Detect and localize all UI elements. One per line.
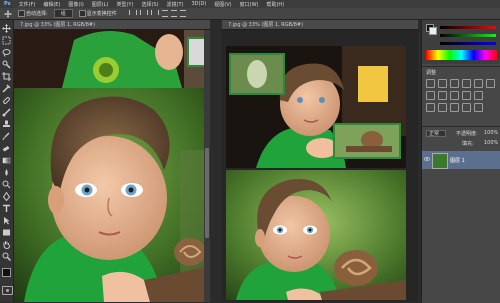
- layer-row-1[interactable]: 图层 1: [422, 151, 500, 169]
- adjustment-icons-row-3: [426, 103, 483, 112]
- selective-color-icon[interactable]: [474, 103, 483, 112]
- menu-window[interactable]: 窗口(W): [240, 1, 259, 8]
- r-slider[interactable]: [440, 26, 496, 29]
- layers-panel: 正常 不透明度: 100% 填充: 100% 图层 1: [422, 126, 500, 303]
- color-balance-icon[interactable]: [426, 91, 435, 100]
- layer-name[interactable]: 图层 1: [450, 157, 465, 164]
- healing-icon[interactable]: [2, 96, 11, 105]
- photo-right: [226, 46, 406, 300]
- document-tab-left[interactable]: 7.jpg @ 33% (图层 1, RGB/8#): [14, 20, 210, 30]
- eyedropper-icon[interactable]: [2, 84, 11, 93]
- menu-file[interactable]: 文件(F): [19, 1, 36, 8]
- exposure-icon[interactable]: [462, 79, 471, 88]
- marquee-icon[interactable]: [2, 36, 11, 45]
- menu-3d[interactable]: 3D(D): [192, 1, 207, 7]
- options-bar: 自动选择: 组 显示变换控件: [0, 8, 500, 20]
- document-window-right: 7.jpg @ 33% (图层 1, RGB/8#): [222, 20, 418, 302]
- menu-layer[interactable]: 图层(L): [92, 1, 109, 8]
- brush-icon[interactable]: [2, 108, 11, 117]
- photo-filter-icon[interactable]: [450, 91, 459, 100]
- posterize-icon[interactable]: [438, 103, 447, 112]
- scroll-thumb-left[interactable]: [205, 148, 209, 238]
- dodge-icon[interactable]: [2, 180, 11, 189]
- gradient-map-icon[interactable]: [462, 103, 471, 112]
- fill-label: 填充:: [462, 141, 474, 147]
- eraser-icon[interactable]: [2, 144, 11, 153]
- visibility-eye-icon[interactable]: [423, 156, 431, 162]
- levels-icon[interactable]: [438, 79, 447, 88]
- zoom-icon[interactable]: [2, 252, 12, 262]
- canvas-area-left[interactable]: [14, 30, 210, 302]
- b-slider[interactable]: [440, 42, 496, 45]
- brightness-icon[interactable]: [426, 79, 435, 88]
- color-panel: [422, 20, 500, 64]
- vibrance-icon[interactable]: [474, 79, 483, 88]
- document-window-left: 7.jpg @ 33% (图层 1, RGB/8#): [14, 20, 210, 302]
- path-select-icon[interactable]: [2, 216, 11, 225]
- menu-type[interactable]: 类型(Y): [116, 1, 133, 8]
- adjustments-title: 调整: [426, 70, 437, 76]
- move-tool-icon[interactable]: [4, 9, 12, 18]
- type-icon[interactable]: [2, 204, 11, 213]
- adjustments-panel: 调整: [422, 66, 500, 125]
- photo-left: [14, 30, 210, 302]
- quick-select-icon[interactable]: [2, 60, 11, 69]
- show-transform-label: 显示变换控件: [86, 11, 117, 17]
- adjustment-icons-row-2: [426, 91, 483, 100]
- auto-select-label: 自动选择:: [26, 11, 48, 17]
- gradient-icon[interactable]: [2, 156, 11, 165]
- opacity-label: 不透明度:: [456, 131, 478, 137]
- menu-bar: Ps 文件(F) 编辑(E) 图像(I) 图层(L) 类型(Y) 选择(S) 滤…: [0, 0, 500, 8]
- opacity-value[interactable]: 100%: [484, 130, 498, 136]
- move-icon[interactable]: [2, 24, 11, 33]
- adjustment-icons-row-1: [426, 79, 495, 88]
- shape-icon[interactable]: [2, 228, 11, 237]
- history-brush-icon[interactable]: [2, 132, 11, 141]
- fill-value[interactable]: 100%: [484, 140, 498, 146]
- menu-image[interactable]: 图像(I): [68, 1, 83, 8]
- invert-icon[interactable]: [426, 103, 435, 112]
- crop-icon[interactable]: [2, 72, 11, 81]
- menu-help[interactable]: 帮助(H): [266, 1, 284, 8]
- blend-mode-select[interactable]: 正常: [426, 130, 446, 137]
- layer-thumbnail: [432, 153, 448, 169]
- align-icons[interactable]: [128, 10, 186, 17]
- right-panels: 调整 正常 不透明度: 100% 填充: 100% 图层 1: [421, 20, 500, 303]
- pen-icon[interactable]: [2, 191, 11, 202]
- show-transform-checkbox[interactable]: 显示变换控件: [78, 10, 117, 17]
- foreground-color-swatch[interactable]: [2, 268, 11, 277]
- document-tab-right[interactable]: 7.jpg @ 33% (图层 1, RGB/8#): [222, 20, 418, 30]
- channel-mixer-icon[interactable]: [462, 91, 471, 100]
- tools-panel: [0, 20, 14, 302]
- ps-logo: Ps: [4, 1, 11, 7]
- g-slider[interactable]: [440, 34, 496, 37]
- workspace-gap: [210, 20, 222, 302]
- color-lookup-icon[interactable]: [474, 91, 483, 100]
- lasso-icon[interactable]: [2, 48, 11, 57]
- threshold-icon[interactable]: [450, 103, 459, 112]
- blur-icon[interactable]: [2, 168, 11, 177]
- black-white-icon[interactable]: [438, 91, 447, 100]
- quick-mask-icon[interactable]: [2, 286, 13, 295]
- menu-filter[interactable]: 滤镜(T): [167, 1, 184, 8]
- stamp-icon[interactable]: [2, 120, 11, 129]
- color-spectrum[interactable]: [426, 50, 497, 60]
- color-panel-background[interactable]: [429, 27, 437, 35]
- hue-saturation-icon[interactable]: [486, 79, 495, 88]
- menu-select[interactable]: 选择(S): [141, 1, 158, 8]
- menu-edit[interactable]: 编辑(E): [43, 1, 60, 8]
- menu-view[interactable]: 视图(V): [214, 1, 231, 8]
- canvas-area-right[interactable]: [222, 30, 418, 302]
- auto-select-checkbox[interactable]: 自动选择:: [18, 10, 48, 17]
- layer-group-select[interactable]: 组: [53, 9, 73, 18]
- curves-icon[interactable]: [450, 79, 459, 88]
- hand-icon[interactable]: [2, 240, 11, 250]
